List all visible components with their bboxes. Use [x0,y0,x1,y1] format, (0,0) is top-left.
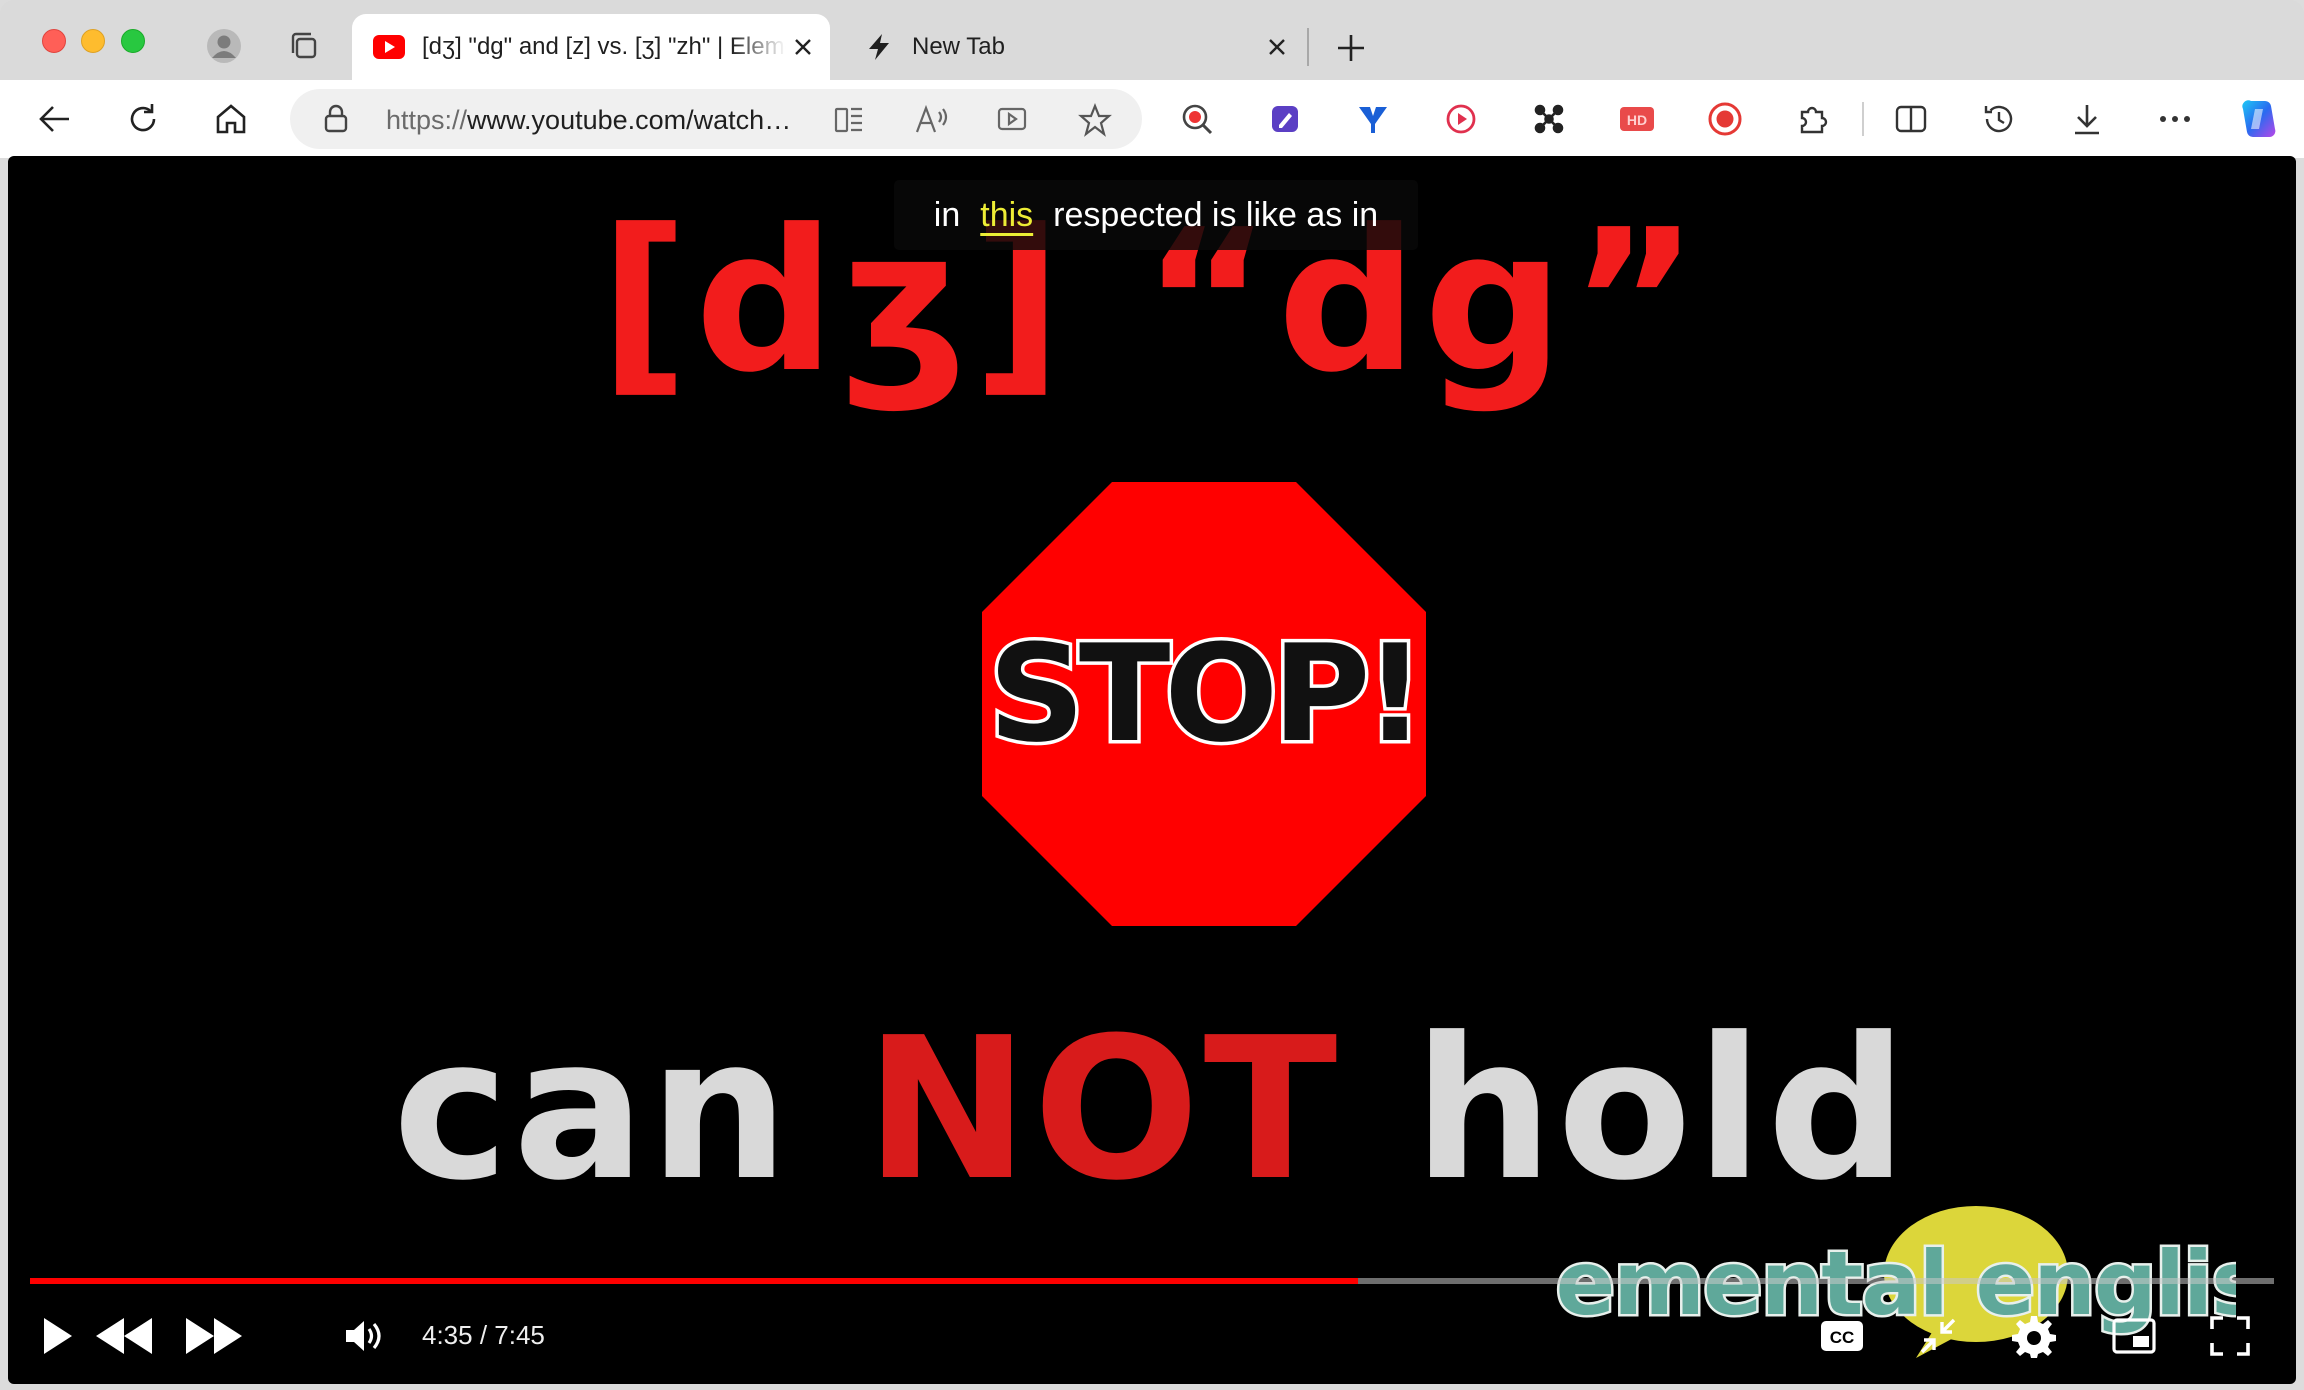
progress-bar-played [30,1278,1359,1284]
extension-record-icon[interactable] [1702,96,1748,142]
bottom-word-can: can [392,996,793,1224]
fast-forward-button[interactable] [174,1306,254,1366]
favorite-star-icon[interactable] [1076,101,1114,139]
caption-highlight-word: this [980,195,1034,234]
tab-title: [dʒ] "dg" and [z] vs. [ʒ] "zh" | Element… [422,33,786,60]
fullscreen-icon[interactable] [2200,1306,2260,1366]
youtube-icon [372,30,406,64]
address-bar[interactable]: https://www.youtube.com/watch?v= [290,89,1142,149]
history-icon[interactable] [1976,96,2022,142]
home-icon[interactable] [208,96,254,142]
more-icon[interactable] [2152,96,2198,142]
extension-note-icon[interactable] [1262,96,1308,142]
svg-text:HD: HD [1627,112,1647,128]
stop-sign-icon: STOP! [982,482,1426,926]
tab-separator [1307,28,1309,66]
play-button[interactable] [26,1306,86,1366]
url-text[interactable]: https://www.youtube.com/watch?v= [386,105,796,136]
bottom-word-not: NOT [864,996,1342,1224]
tab-new-tab[interactable]: New Tab [842,14,1304,80]
split-screen-icon[interactable] [830,101,868,139]
video-caption: in this respected is like as in [894,180,1418,250]
back-icon[interactable] [32,96,78,142]
bottom-caption-text: can NOT hold [8,996,2296,1224]
tab-strip: [dʒ] "dg" and [z] vs. [ʒ] "zh" | Element… [0,0,2304,80]
window-maximize-button[interactable] [121,29,145,53]
caption-word: in [933,195,961,234]
window-minimize-button[interactable] [81,29,105,53]
copilot-icon[interactable] [2236,96,2282,142]
caption-word: respected is like as in [1053,195,1379,234]
video-time-display: 4:35 / 7:45 [422,1320,545,1350]
split-view-icon[interactable] [1888,96,1934,142]
svg-text:CC: CC [1830,1328,1855,1347]
extension-nodes-icon[interactable] [1526,96,1572,142]
browser-toolbar: https://www.youtube.com/watch?v= HD [0,80,2304,158]
extension-play-icon[interactable] [1438,96,1484,142]
captions-cc-button[interactable]: CC [1812,1306,1872,1366]
extensions-puzzle-icon[interactable] [1790,96,1836,142]
lightning-icon [862,30,896,64]
extension-search-icon[interactable] [1174,96,1220,142]
bottom-word-hold: hold [1413,996,1912,1224]
stop-sign-text: STOP! [988,616,1419,772]
tab-close-icon[interactable] [1260,30,1294,64]
rewind-button[interactable] [84,1306,164,1366]
refresh-icon[interactable] [120,96,166,142]
toolbar-divider [1862,102,1864,136]
settings-gear-icon[interactable] [2004,1306,2064,1366]
tab-title: New Tab [912,33,1005,60]
exit-fullscreen-arrows-icon[interactable] [1908,1306,1968,1366]
volume-icon[interactable] [334,1306,394,1366]
miniplayer-icon[interactable] [2104,1306,2164,1366]
extension-hd-icon[interactable]: HD [1614,96,1660,142]
video-translate-icon[interactable] [994,101,1032,139]
new-tab-button[interactable] [1329,26,1373,70]
downloads-icon[interactable] [2064,96,2110,142]
window-close-button[interactable] [42,29,66,53]
video-player[interactable]: [dʒ] “dg” in this respected is like as i… [8,156,2296,1384]
tab-youtube-video[interactable]: [dʒ] "dg" and [z] vs. [ʒ] "zh" | Element… [352,14,830,80]
profile-avatar-icon[interactable] [204,26,244,66]
read-aloud-icon[interactable] [912,101,950,139]
workspaces-icon[interactable] [284,26,324,66]
progress-bar[interactable] [30,1278,2274,1284]
tab-close-icon[interactable] [786,30,820,64]
lock-icon[interactable] [320,103,352,135]
extension-y-icon[interactable] [1350,96,1396,142]
